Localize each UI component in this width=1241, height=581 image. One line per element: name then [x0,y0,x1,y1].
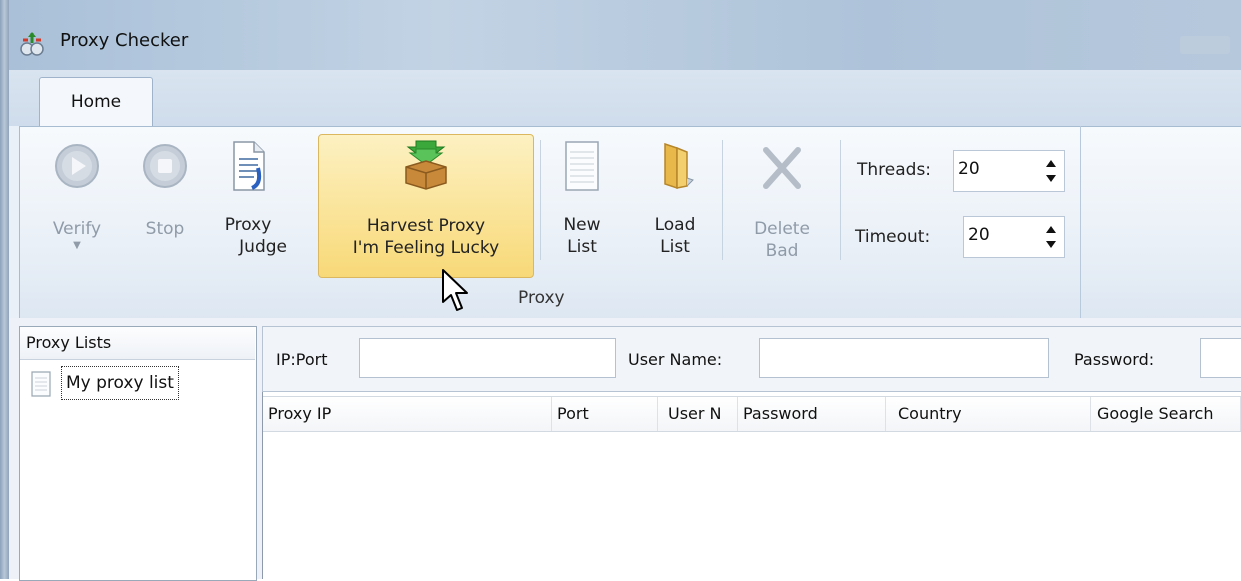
user-name-input[interactable] [759,338,1049,378]
ribbon-separator [722,140,723,260]
load-list-button[interactable]: Load List [638,140,712,270]
spinner-arrows-icon[interactable] [1044,221,1058,253]
tab-home[interactable]: Home [39,77,153,128]
folder-icon [664,142,694,190]
verify-label: Verify [52,219,102,239]
play-icon [55,144,99,188]
password-input[interactable] [1200,338,1241,378]
document-icon [233,141,265,191]
delete-bad-label-2: Bad [765,241,799,261]
stop-label: Stop [145,219,185,239]
column-header-google-search[interactable]: Google Search [1091,397,1241,431]
delete-x-icon [763,147,801,189]
ribbon-group-divider [1080,126,1081,318]
proxy-judge-label-1: Proxy [224,215,272,235]
column-header-password[interactable]: Password [738,397,886,431]
column-header-proxy-ip[interactable]: Proxy IP [263,397,552,431]
harvest-box-icon [405,140,447,190]
chevron-down-icon: ▼ [73,240,81,251]
proxy-lists-title: Proxy Lists [26,333,112,352]
stop-icon [143,144,187,188]
mouse-cursor-icon [442,269,468,311]
column-header-port[interactable]: Port [552,397,658,431]
load-list-label-1: Load [654,215,696,235]
tab-home-label: Home [70,92,122,112]
ip-port-label: IP:Port [276,350,328,369]
ribbon-group-label: Proxy [518,288,565,308]
delete-bad-label-1: Delete [754,219,810,239]
password-label: Password: [1074,350,1155,369]
harvest-label-1: Harvest Proxy [366,216,486,236]
verify-button[interactable]: Verify ▼ [40,140,114,270]
threads-spinner[interactable]: 20 [953,150,1065,192]
harvest-proxy-button[interactable]: Harvest Proxy I'm Feeling Lucky [318,134,534,278]
harvest-label-2: I'm Feeling Lucky [352,238,500,258]
stop-button[interactable]: Stop [130,140,200,270]
threads-label: Threads: [857,160,932,180]
window-controls[interactable] [1180,36,1230,54]
ip-port-input[interactable] [359,338,616,378]
app-icon [20,32,44,56]
proxy-judge-button[interactable]: Proxy Judge [205,140,291,270]
proxy-judge-label-2: Judge [239,237,287,257]
new-list-label-1: New [563,215,601,235]
ribbon-tab-strip [9,70,1241,126]
title-bar[interactable] [9,0,1241,71]
timeout-value: 20 [968,225,990,245]
column-header-user-name[interactable]: User N [658,397,738,431]
new-list-button[interactable]: New List [550,140,614,270]
grid-header: Proxy IP Port User N Password Country Go… [263,396,1241,432]
threads-value: 20 [958,159,980,179]
timeout-label: Timeout: [855,227,931,247]
proxy-lists-header: Proxy Lists [20,327,255,360]
window-left-border [0,0,9,579]
new-list-label-2: List [567,237,597,257]
ribbon-separator [540,140,541,260]
delete-bad-button[interactable]: Delete Bad [737,140,827,270]
new-document-icon [565,141,599,191]
list-document-icon [31,371,51,397]
user-name-label: User Name: [628,350,723,369]
load-list-label-2: List [660,237,690,257]
ribbon-separator [840,140,841,260]
proxy-lists-panel [19,326,257,581]
spinner-arrows-icon[interactable] [1044,155,1058,187]
timeout-spinner[interactable]: 20 [963,216,1065,258]
column-header-country[interactable]: Country [886,397,1091,431]
window-title: Proxy Checker [60,30,189,51]
list-item[interactable]: My proxy list [61,366,179,400]
